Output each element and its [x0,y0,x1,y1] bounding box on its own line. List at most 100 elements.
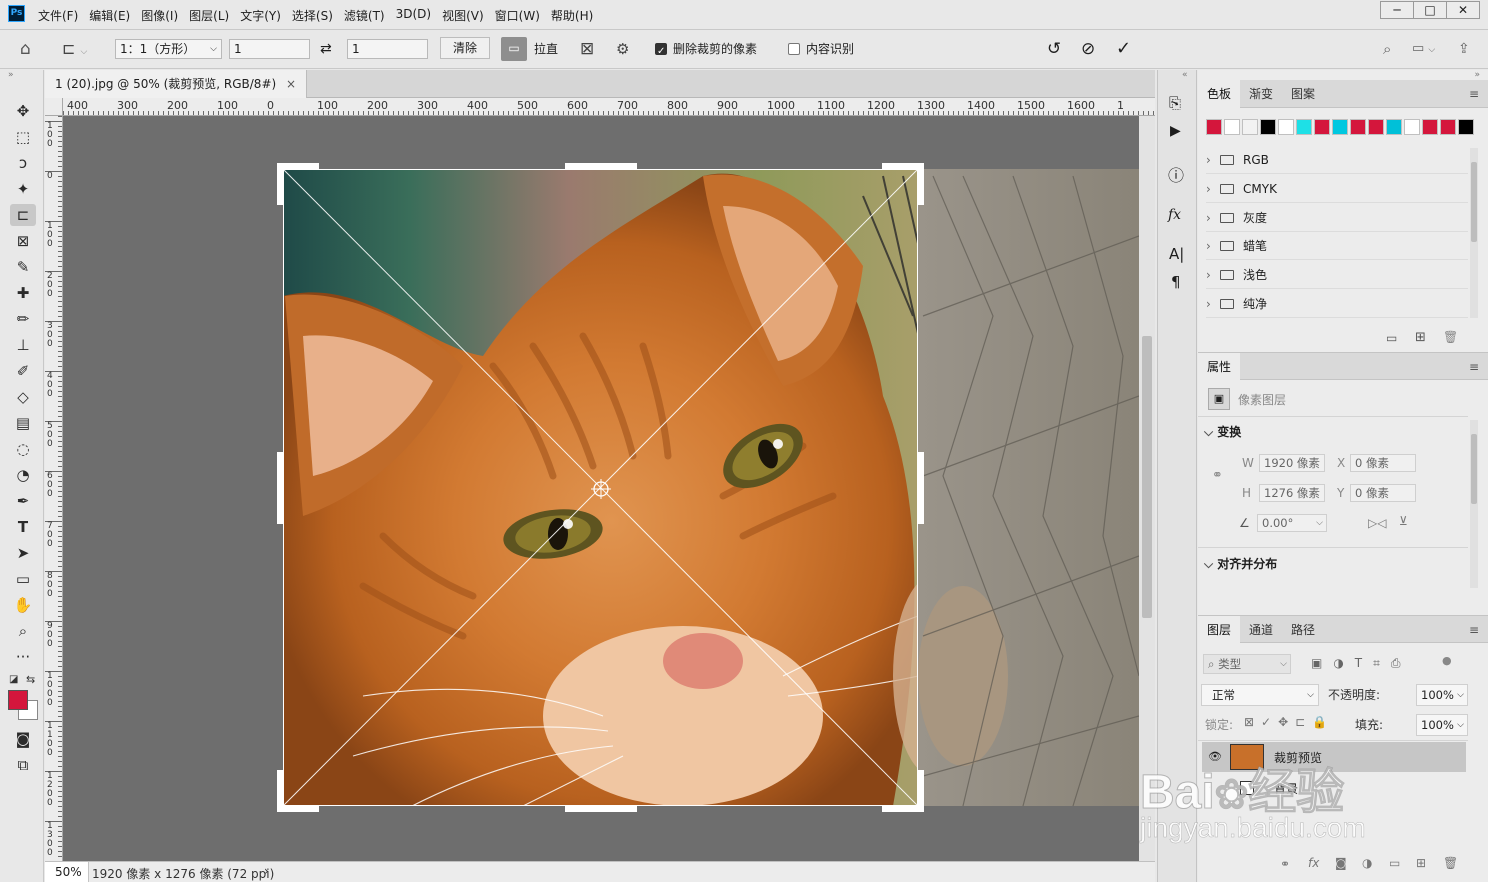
height-input[interactable]: 1 [347,39,428,59]
minimize-button[interactable]: ─ [1380,1,1414,19]
clear-button[interactable]: 清除 [440,37,490,59]
crop-tool-preset-icon[interactable]: ⊏ ⌵ [62,38,87,60]
healing-brush-tool-icon[interactable]: ✚ [10,282,36,304]
collapse-strip-icon[interactable]: « [1182,70,1188,80]
tab-layers[interactable]: 图层 [1198,616,1241,644]
layer-row-background[interactable]: · 背景 [1202,773,1466,803]
tab-paths[interactable]: 路径 [1282,616,1324,644]
menu-type[interactable]: 文字(Y) [240,7,281,24]
flip-vertical-icon[interactable]: ⊻ [1399,514,1408,528]
color-swatch[interactable] [1296,119,1312,135]
menu-edit[interactable]: 编辑(E) [89,7,130,24]
color-swatch[interactable] [1440,119,1456,135]
width-field[interactable]: 1920 像素 [1259,454,1325,472]
height-field[interactable]: 1276 像素 [1259,484,1325,502]
info-icon[interactable]: ⓘ [1168,162,1184,186]
layer-name[interactable]: 裁剪预览 [1274,749,1322,766]
eye-icon[interactable]: 👁 [1208,750,1222,763]
stamp-tool-icon[interactable]: ⊥ [10,334,36,356]
actions-play-icon[interactable]: ▶ [1170,123,1181,139]
marquee-tool-icon[interactable]: ⬚ [10,126,36,148]
color-swatch[interactable] [1206,119,1222,135]
fill-field[interactable]: 100% ⌵ [1416,714,1468,736]
cancel-icon[interactable]: ⊘ [1081,38,1095,60]
fx-icon[interactable]: fx [1308,856,1319,870]
swap-colors-icon[interactable]: ⇆ [26,673,35,686]
swatch-group-pastel[interactable]: › 蜡笔 [1206,232,1468,260]
zoom-tool-icon[interactable]: ⌕ [10,620,36,642]
new-group-folder-icon[interactable]: ▭ [1386,331,1397,345]
swatch-group-pure[interactable]: › 纯净 [1206,290,1468,318]
properties-menu-icon[interactable]: ≡ [1469,360,1479,374]
swap-icon[interactable]: ⇄ [320,38,332,60]
align-section[interactable]: ⌵ 对齐并分布 [1204,555,1277,572]
close-button[interactable]: ✕ [1446,1,1480,19]
frame-tool-icon[interactable]: ⊠ [10,230,36,252]
hand-tool-icon[interactable]: ✋ [10,594,36,616]
collapse-panels-icon[interactable]: » [1474,70,1480,80]
opacity-field[interactable]: 100% ⌵ [1416,684,1468,706]
overlay-grid-icon[interactable]: ⊠ [580,38,594,60]
delete-swatch-icon[interactable]: 🗑 [1443,330,1458,344]
straighten-label[interactable]: 拉直 [534,38,558,60]
default-colors-icon[interactable]: ◪ [9,674,18,685]
straighten-icon[interactable]: ▭ [501,37,527,61]
menu-file[interactable]: 文件(F) [38,7,78,24]
swatch-group-cmyk[interactable]: › CMYK [1206,175,1468,203]
new-layer-icon[interactable]: ⊞ [1416,856,1426,870]
x-field[interactable]: 0 像素 [1350,454,1416,472]
filter-toggle-icon[interactable]: ● [1442,654,1452,667]
close-tab-icon[interactable]: × [286,77,296,91]
layer-name[interactable]: 背景 [1274,780,1298,797]
magic-wand-tool-icon[interactable]: ✦ [10,178,36,200]
blur-tool-icon[interactable]: ◌ [10,438,36,460]
tab-gradients[interactable]: 渐变 [1240,80,1282,108]
brush-tool-icon[interactable]: ✏ [10,308,36,330]
screen-mode-icon[interactable]: ⧉ [10,754,36,776]
layers-menu-icon[interactable]: ≡ [1469,623,1479,637]
zoom-level[interactable]: 50% [45,862,89,882]
lasso-tool-icon[interactable]: ↄ [10,152,36,174]
content-aware-checkbox[interactable]: 内容识别 [788,38,854,60]
maximize-button[interactable]: □ [1413,1,1447,19]
search-icon[interactable]: ⌕ [1383,38,1391,60]
dodge-tool-icon[interactable]: ◔ [10,464,36,486]
link-icon[interactable]: ⚭ [1212,468,1223,483]
document-info[interactable]: 1920 像素 x 1276 像素 (72 ppi) [92,865,274,882]
color-swatch[interactable] [1386,119,1402,135]
color-swatch[interactable] [1404,119,1420,135]
color-swatch[interactable] [1422,119,1438,135]
reset-icon[interactable]: ↺ [1047,38,1061,60]
swatch-group-rgb[interactable]: › RGB [1206,146,1468,174]
menu-image[interactable]: 图像(I) [141,7,178,24]
link-layers-icon[interactable]: ⚭ [1280,857,1290,871]
type-tool-icon[interactable]: T [10,516,36,538]
document-tab[interactable]: 1 (20).jpg @ 50% (裁剪预览, RGB/8#) × [45,70,308,98]
lock-icons[interactable]: ⊠✓✥⊏🔒 [1244,715,1334,729]
eraser-tool-icon[interactable]: ◇ [10,386,36,408]
delete-cropped-checkbox[interactable]: 删除裁剪的像素 [655,38,757,63]
eye-hidden-icon[interactable]: · [1208,781,1212,794]
menu-filter[interactable]: 滤镜(T) [344,7,385,24]
share-icon[interactable]: ⇪ [1458,38,1470,60]
angle-field[interactable]: 0.00° ⌵ [1257,514,1327,532]
menu-window[interactable]: 窗口(W) [495,7,540,24]
color-swatch[interactable] [1224,119,1240,135]
vertical-scroll-thumb[interactable] [1142,336,1152,618]
delete-layer-icon[interactable]: 🗑 [1443,856,1458,870]
move-tool-icon[interactable]: ✥ [10,100,36,122]
color-swatch[interactable] [1368,119,1384,135]
quick-mask-icon[interactable]: ◙ [10,728,36,750]
home-icon[interactable]: ⌂ [20,38,31,60]
eyedropper-tool-icon[interactable]: ✎ [10,256,36,278]
adjustment-layer-icon[interactable]: ◑ [1362,856,1372,870]
tab-patterns[interactable]: 图案 [1282,80,1324,108]
tab-properties[interactable]: 属性 [1198,353,1241,381]
menu-help[interactable]: 帮助(H) [551,7,593,24]
menu-view[interactable]: 视图(V) [442,7,484,24]
new-swatch-icon[interactable]: ⊞ [1415,330,1426,345]
ratio-select[interactable]: 1：1（方形） ⌵ [115,39,222,59]
paragraph-icon[interactable]: ¶ [1171,273,1181,291]
new-group-icon[interactable]: ▭ [1389,856,1400,870]
canvas[interactable] [63,116,1139,861]
